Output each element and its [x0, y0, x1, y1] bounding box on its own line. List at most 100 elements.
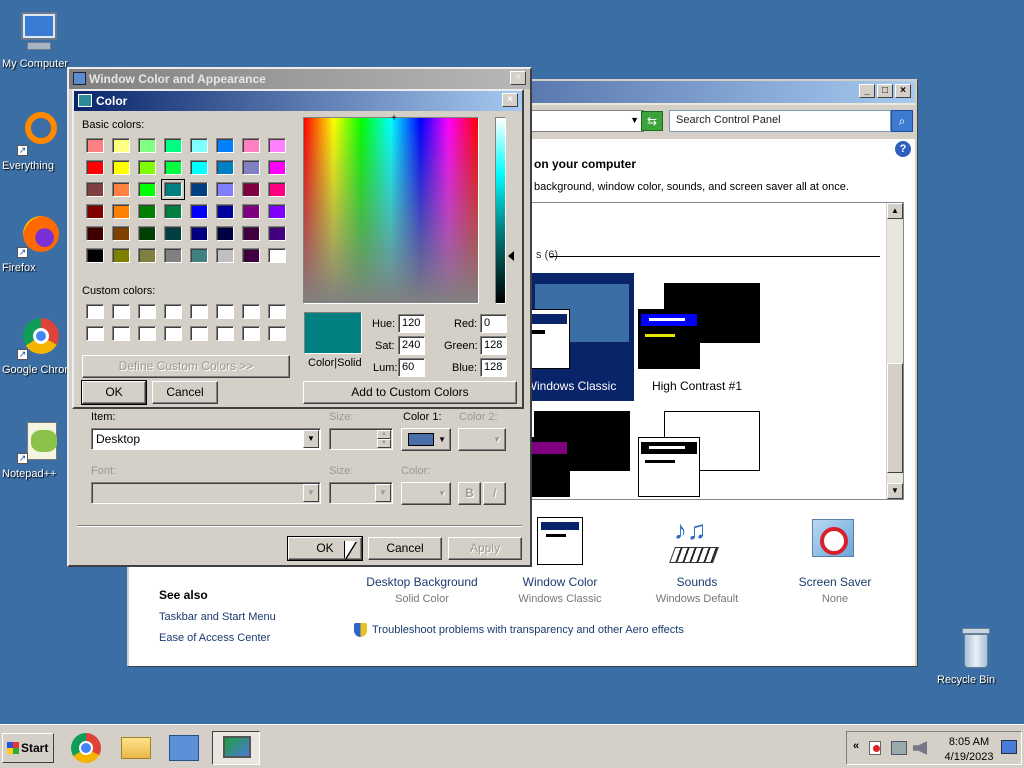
theme-windows-classic[interactable]: Windows Classic — [530, 273, 634, 401]
basic-color-swatch[interactable] — [112, 138, 130, 153]
basic-color-swatch[interactable] — [138, 182, 156, 197]
custom-color-swatch[interactable] — [216, 326, 234, 341]
font-size-select[interactable]: ▼ — [329, 482, 393, 504]
link-taskbar-start-menu[interactable]: Taskbar and Start Menu — [159, 611, 276, 623]
scroll-down-button[interactable]: ▼ — [887, 483, 903, 499]
custom-color-swatch[interactable] — [190, 304, 208, 319]
link-ease-of-access[interactable]: Ease of Access Center — [159, 632, 270, 644]
address-field[interactable]: ▼ — [524, 110, 644, 132]
basic-color-swatch[interactable] — [164, 248, 182, 263]
chevron-down-icon[interactable]: ▼ — [303, 484, 319, 502]
taskbar-control-panel-button[interactable] — [164, 731, 204, 765]
basic-color-swatch[interactable] — [86, 204, 104, 219]
italic-toggle[interactable]: I — [483, 482, 506, 505]
size-stepper[interactable]: ▲ ▼ — [329, 428, 393, 450]
basic-color-swatch[interactable] — [216, 204, 234, 219]
themes-scrollbar[interactable]: ▲ ▼ — [886, 203, 903, 499]
basic-color-swatch[interactable] — [268, 138, 286, 153]
basic-color-swatch[interactable] — [242, 182, 260, 197]
apply-button[interactable]: Apply — [448, 537, 522, 560]
color-spectrum[interactable]: + — [303, 114, 479, 304]
basic-color-swatch[interactable] — [138, 248, 156, 263]
item-select[interactable]: Desktop ▼ — [91, 428, 321, 450]
luminosity-arrow-icon[interactable] — [508, 251, 514, 261]
basic-color-swatch[interactable] — [161, 179, 185, 200]
define-custom-colors-button[interactable]: Define Custom Colors >> — [82, 355, 290, 378]
close-button[interactable]: × — [895, 84, 911, 98]
chevron-down-icon[interactable]: ▼ — [630, 115, 639, 125]
search-button[interactable]: ⌕ — [891, 110, 913, 132]
add-to-custom-colors-button[interactable]: Add to Custom Colors — [303, 381, 517, 404]
help-icon[interactable]: ? — [895, 141, 911, 157]
chevron-down-icon[interactable]: ▼ — [303, 430, 319, 448]
basic-color-swatch[interactable] — [86, 160, 104, 175]
custom-color-swatch[interactable] — [216, 304, 234, 319]
basic-color-swatch[interactable] — [216, 182, 234, 197]
basic-color-swatch[interactable] — [242, 138, 260, 153]
desktop-icon-everything[interactable]: ↗ Everything — [2, 112, 76, 172]
custom-color-swatch[interactable] — [268, 304, 286, 319]
theme-high-contrast-white[interactable] — [634, 403, 760, 499]
basic-color-swatch[interactable] — [138, 204, 156, 219]
taskbar-chrome-button[interactable] — [66, 731, 106, 765]
maximize-button[interactable]: □ — [877, 84, 893, 98]
basic-color-swatch[interactable] — [112, 226, 130, 241]
green-input[interactable]: 128 — [480, 336, 507, 355]
basic-color-swatch[interactable] — [86, 182, 104, 197]
basic-color-swatch[interactable] — [86, 226, 104, 241]
basic-color-swatch[interactable] — [268, 204, 286, 219]
refresh-button[interactable]: ⇆ — [641, 111, 663, 131]
basic-color-swatch[interactable] — [268, 182, 286, 197]
tray-clock[interactable]: 8:05 AM 4/19/2023 — [939, 735, 999, 765]
basic-color-swatch[interactable] — [164, 204, 182, 219]
themes-list[interactable]: s (6) Windows Classic High Contrast #1 ▲… — [529, 202, 904, 500]
custom-color-swatch[interactable] — [164, 326, 182, 341]
cancel-button[interactable]: Cancel — [152, 381, 218, 404]
tile-screen-saver[interactable]: Screen Saver None — [770, 517, 900, 605]
custom-color-swatch[interactable] — [190, 326, 208, 341]
basic-color-swatch[interactable] — [268, 226, 286, 241]
basic-color-swatch[interactable] — [268, 248, 286, 263]
basic-color-swatch[interactable] — [86, 248, 104, 263]
basic-color-swatch[interactable] — [242, 226, 260, 241]
scroll-up-button[interactable]: ▲ — [887, 203, 903, 219]
scroll-thumb[interactable] — [887, 363, 903, 473]
luminosity-slider[interactable] — [495, 117, 506, 304]
blue-input[interactable]: 128 — [480, 358, 507, 377]
color2-picker-button[interactable]: ▼ — [458, 428, 506, 451]
custom-color-swatch[interactable] — [164, 304, 182, 319]
start-button[interactable]: Start — [2, 733, 54, 763]
action-center-flag-icon[interactable] — [869, 741, 881, 755]
basic-color-swatch[interactable] — [216, 226, 234, 241]
basic-color-swatch[interactable] — [190, 138, 208, 153]
basic-color-swatch[interactable] — [242, 248, 260, 263]
basic-color-swatch[interactable] — [190, 204, 208, 219]
show-desktop-icon[interactable] — [1001, 740, 1017, 754]
close-button[interactable]: × — [502, 93, 518, 107]
basic-color-swatch[interactable] — [112, 248, 130, 263]
network-icon[interactable] — [891, 741, 907, 755]
basic-color-swatch[interactable] — [86, 138, 104, 153]
custom-color-swatch[interactable] — [138, 326, 156, 341]
ok-button[interactable]: OK — [81, 380, 147, 405]
theme-high-contrast-2[interactable] — [530, 403, 634, 499]
basic-color-swatch[interactable] — [216, 160, 234, 175]
basic-color-swatch[interactable] — [164, 226, 182, 241]
basic-color-swatch[interactable] — [242, 160, 260, 175]
basic-color-swatch[interactable] — [138, 160, 156, 175]
volume-icon[interactable] — [913, 741, 927, 755]
custom-color-swatch[interactable] — [86, 326, 104, 341]
desktop-icon-firefox[interactable]: ↗ Firefox — [2, 214, 76, 274]
lum-input[interactable]: 60 — [398, 358, 425, 377]
basic-color-swatch[interactable] — [242, 204, 260, 219]
sat-input[interactable]: 240 — [398, 336, 425, 355]
desktop-icon-recycle-bin[interactable]: Recycle Bin — [937, 626, 1011, 686]
color1-picker-button[interactable]: ▼ — [401, 428, 451, 451]
desktop-icon-google-chrome[interactable]: ↗ Google Chrome — [2, 316, 80, 376]
custom-color-swatch[interactable] — [268, 326, 286, 341]
basic-color-swatch[interactable] — [190, 182, 208, 197]
basic-color-swatch[interactable] — [112, 160, 130, 175]
red-input[interactable]: 0 — [480, 314, 507, 333]
basic-color-swatch[interactable] — [216, 138, 234, 153]
basic-color-swatch[interactable] — [138, 138, 156, 153]
